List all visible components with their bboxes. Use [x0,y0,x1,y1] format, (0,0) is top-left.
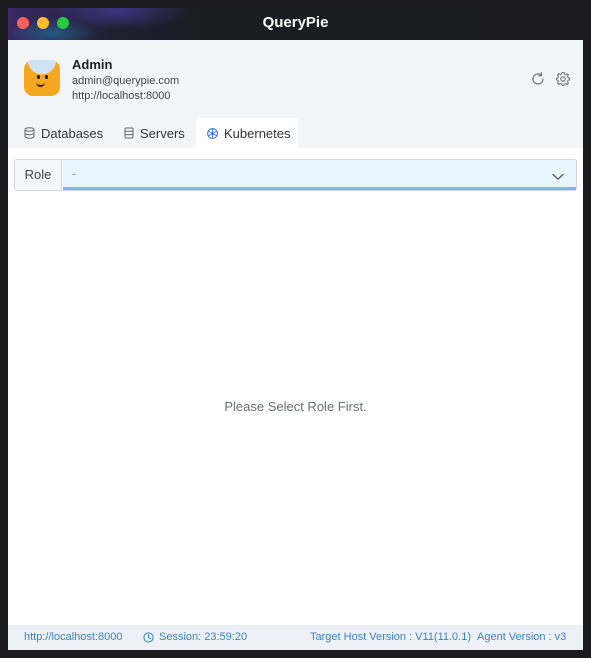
connection-tabs: Databases Servers Kubernetes [8,118,583,148]
status-target-host-version: Target Host Version : V11(11.0.1) [310,631,471,643]
database-icon [24,127,35,139]
avatar-eye [45,75,48,79]
tab-databases[interactable]: Databases [24,118,103,148]
status-target-host-version-text: Target Host Version : V11(11.0.1) [310,631,472,643]
app-title: QueryPie [262,14,329,31]
status-bar: http://localhost:8000 Session: 23:59:20 … [8,625,583,650]
user-host: http://localhost:8000 [72,90,171,102]
tab-servers-label: Servers [140,125,185,141]
user-email: admin@querypie.com [72,75,180,87]
avatar-background [24,60,60,96]
user-header: Admin admin@querypie.com http://localhos… [8,40,583,148]
status-host: http://localhost:8000 [24,631,122,643]
status-host-text: http://localhost:8000 [24,631,123,643]
status-session: Session: 23:59:20 [143,631,247,643]
role-select[interactable]: - [63,160,576,190]
server-icon [124,127,134,139]
refresh-icon[interactable] [530,71,546,87]
status-agent-version: Agent Version : v3 [477,631,566,643]
tab-databases-label: Databases [41,125,104,141]
avatar [24,60,60,96]
empty-state-message: Please Select Role First. [224,399,367,414]
role-select-value: - [72,166,77,181]
gear-icon[interactable] [555,71,571,87]
tab-kubernetes[interactable]: Kubernetes [196,118,298,148]
avatar-eye [37,75,40,79]
kubernetes-icon [207,127,218,139]
tab-kubernetes-label: Kubernetes [224,125,291,141]
role-label: Role [15,160,62,190]
chevron-down-icon [552,168,564,186]
title-bar: QueryPie [8,8,583,40]
role-field: Role - [14,159,577,191]
clock-icon [143,631,154,643]
status-agent-version-text: Agent Version : v3 [477,631,567,643]
status-session-text: Session: 23:59:20 [159,631,248,643]
app-frame: QueryPie Admin admin@querypie.com http:/… [0,0,591,658]
tab-servers[interactable]: Servers [124,118,185,148]
app-window: Admin admin@querypie.com http://localhos… [8,40,583,650]
user-name: Admin [72,57,113,72]
